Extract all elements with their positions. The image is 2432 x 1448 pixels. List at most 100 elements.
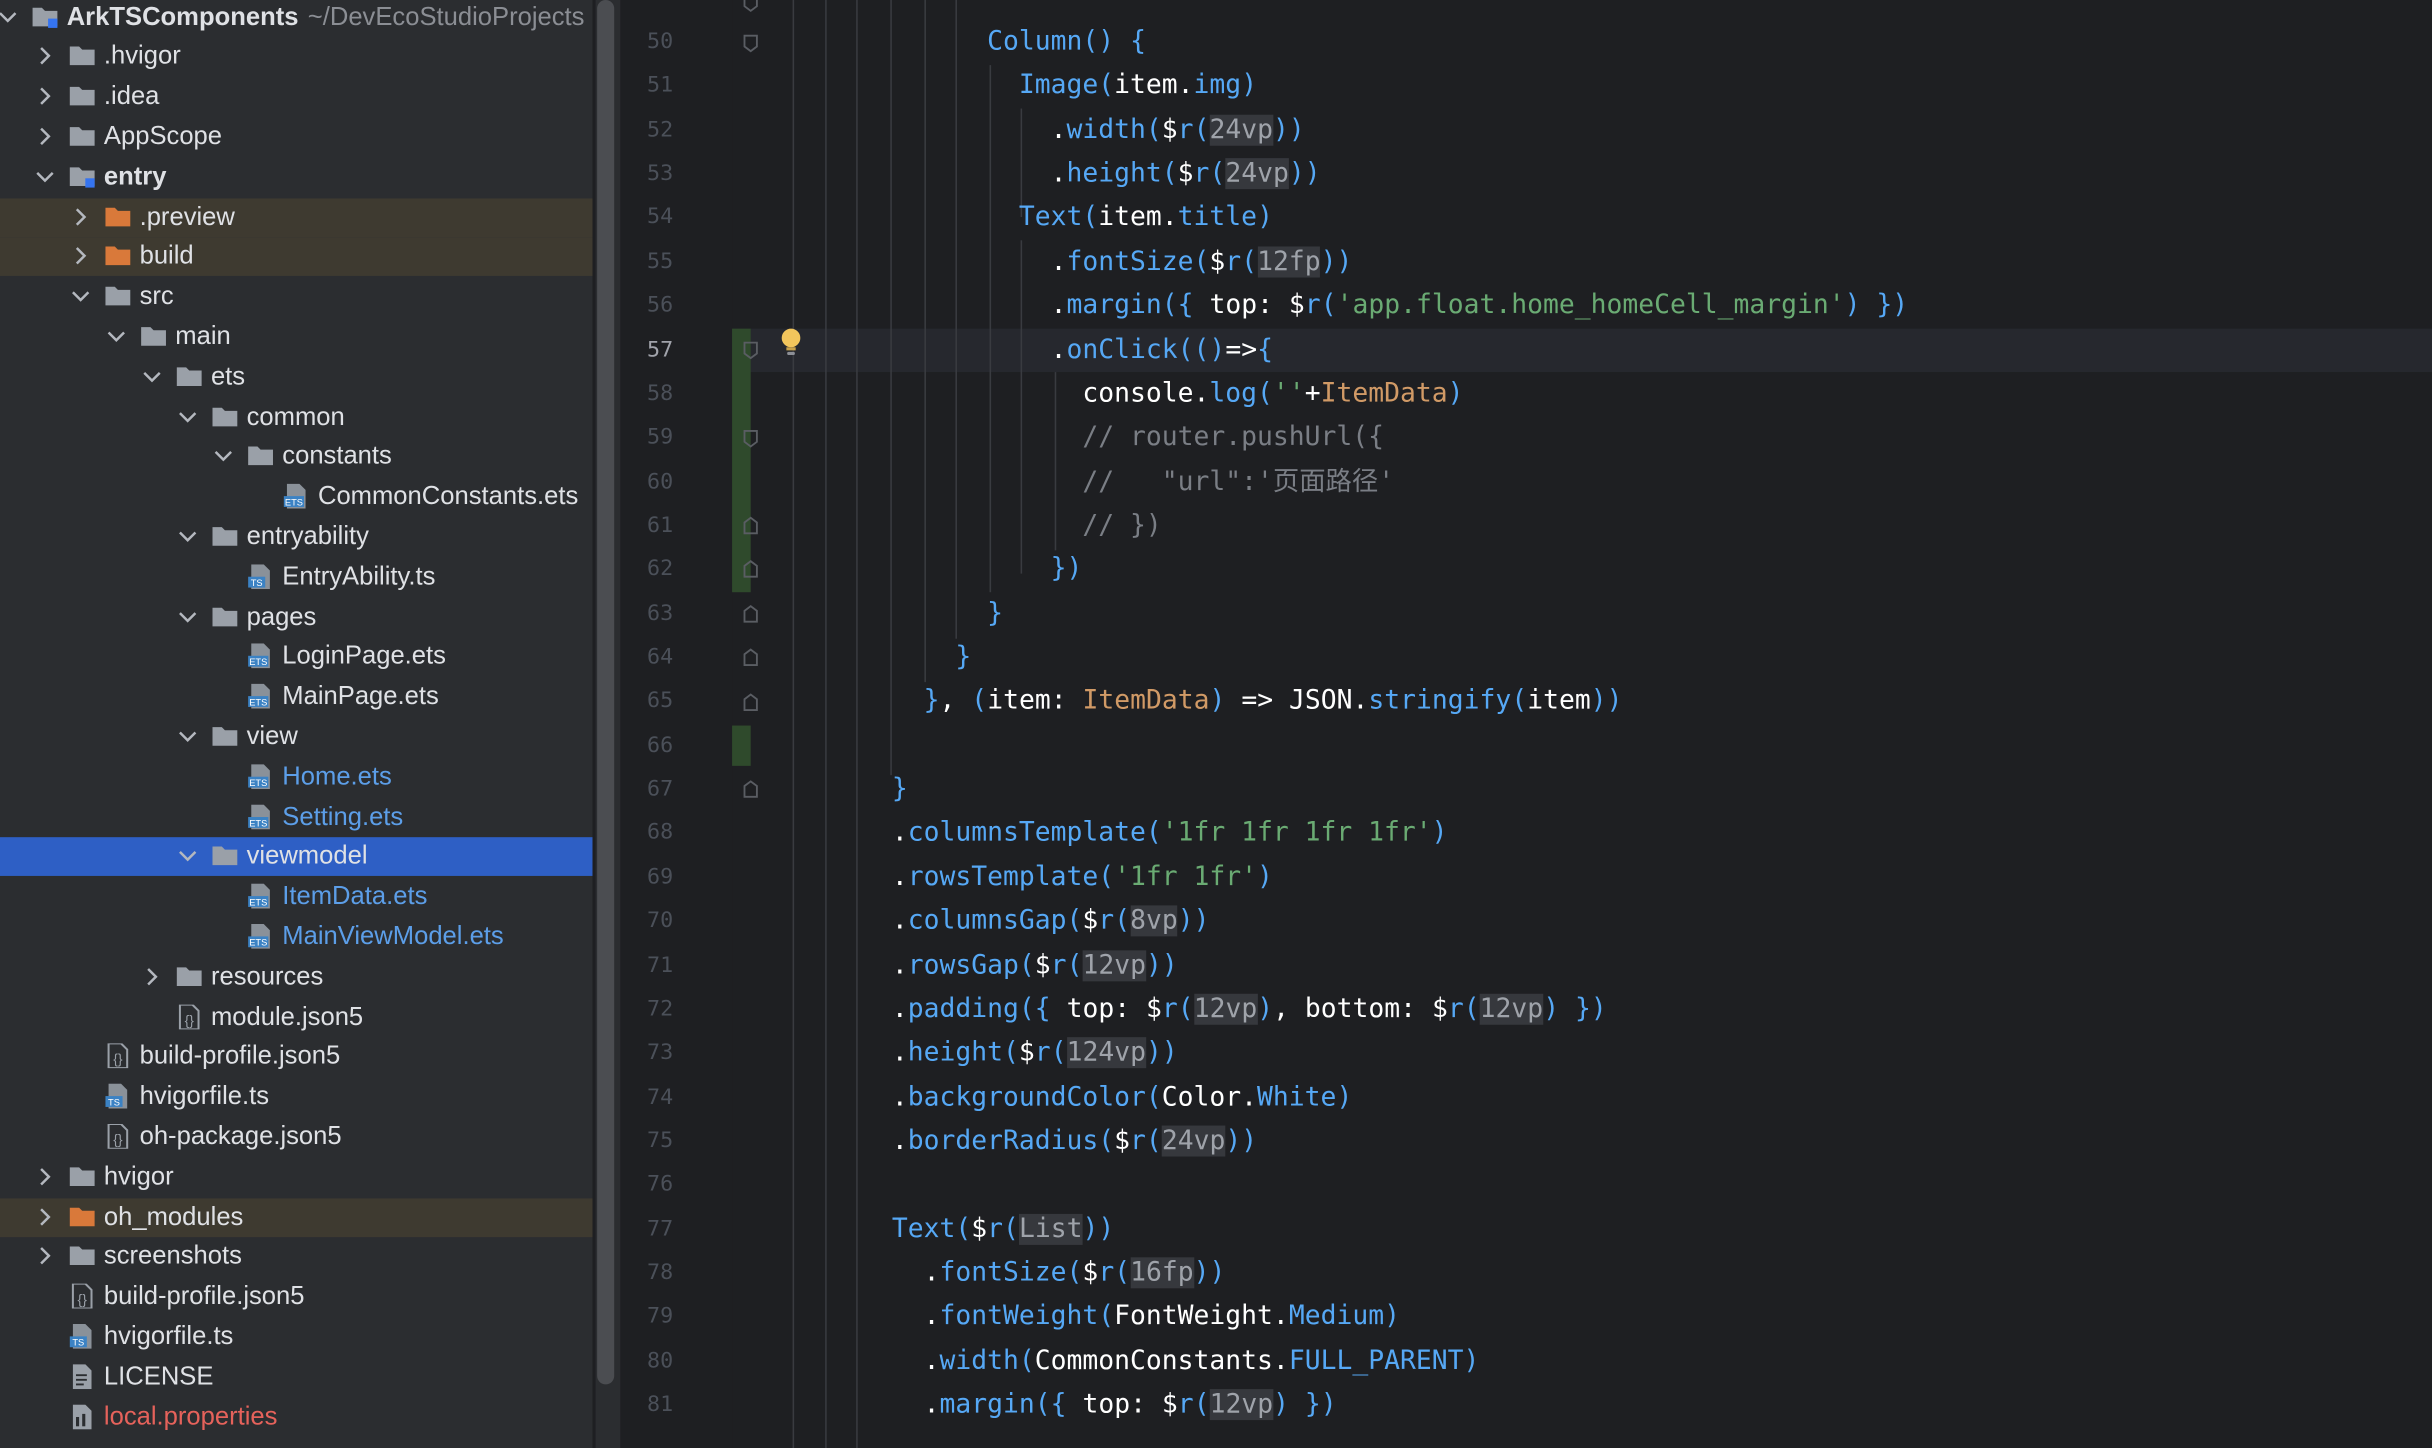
tree-item-hvigorfile-ts[interactable]: TS hvigorfile.ts (0, 1078, 592, 1117)
tree-item-entryability-ts[interactable]: TS EntryAbility.ts (0, 558, 592, 597)
chevron-down-icon[interactable] (177, 845, 199, 867)
tree-item-home-ets[interactable]: ETS Home.ets (0, 758, 592, 797)
fold-end-marker-icon[interactable] (741, 516, 760, 535)
fold-end-marker-icon[interactable] (741, 648, 760, 667)
chevron-down-icon[interactable] (177, 405, 199, 427)
tree-item-entry[interactable]: entry (0, 158, 592, 197)
chevron-right-icon[interactable] (141, 965, 163, 987)
fold-end-marker-icon[interactable] (741, 780, 760, 799)
chevron-down-icon[interactable] (70, 285, 92, 307)
code-line[interactable]: .backgroundColor(Color.White) (892, 1075, 1353, 1118)
code-line[interactable]: .borderRadius($r(24vp)) (892, 1119, 1257, 1162)
chevron-right-icon[interactable] (34, 1245, 56, 1267)
chevron-right-icon[interactable] (70, 245, 92, 267)
project-tree-scrollbar-thumb[interactable] (597, 0, 615, 1385)
tree-item-pages[interactable]: pages (0, 598, 592, 637)
tree-item-oh-modules[interactable]: oh_modules (0, 1197, 593, 1237)
tree-item-build-profile-json5[interactable]: {} build-profile.json5 (0, 1278, 592, 1317)
tree-item-view[interactable]: view (0, 718, 592, 757)
code-line[interactable]: .fontSize($r(12fp)) (892, 240, 1352, 283)
code-line[interactable]: } (892, 768, 908, 811)
code-line[interactable]: Image(item.img) (892, 64, 1257, 107)
tree-item-src[interactable]: src (0, 278, 592, 317)
code-line[interactable]: } (892, 636, 971, 679)
project-tree[interactable]: ArkTSComponents ~/DevEcoStudioProjects .hv… (0, 0, 593, 1448)
fold-marker-icon[interactable] (741, 34, 760, 53)
fold-end-marker-icon[interactable] (741, 605, 760, 624)
chevron-down-icon[interactable] (34, 165, 56, 187)
chevron-down-icon[interactable] (141, 365, 163, 387)
code-line[interactable]: .margin({ top: $r('app.float.home_homeCe… (892, 284, 1909, 327)
tree-item-hvigor[interactable]: .hvigor (0, 38, 592, 77)
tree-item-oh-package-json5[interactable]: {} oh-package.json5 (0, 1118, 592, 1157)
tree-item-itemdata-ets[interactable]: ETS ItemData.ets (0, 878, 592, 917)
tree-item-commonconstants-ets[interactable]: ETS CommonConstants.ets (0, 478, 592, 517)
code-line[interactable]: .padding({ top: $r(12vp), bottom: $r(12v… (892, 987, 1607, 1030)
tree-item-hvigorfile-ts[interactable]: TS hvigorfile.ts (0, 1318, 592, 1357)
chevron-down-icon[interactable] (105, 325, 127, 347)
code-line[interactable]: .fontSize($r(16fp)) (892, 1251, 1225, 1294)
fold-marker-icon[interactable] (741, 0, 760, 13)
tree-item-preview[interactable]: .preview (0, 197, 593, 237)
chevron-right-icon[interactable] (34, 85, 56, 107)
code-line[interactable]: } (892, 592, 1003, 635)
code-line[interactable]: .rowsGap($r(12vp)) (892, 943, 1178, 986)
code-line[interactable]: }, (item: ItemData) => JSON.stringify(it… (892, 680, 1623, 723)
code-line[interactable]: console.log(''+ItemData) (892, 372, 1463, 415)
tree-item-viewmodel[interactable]: viewmodel (0, 837, 593, 877)
fold-end-marker-icon[interactable] (741, 693, 760, 712)
tree-item-build[interactable]: build (0, 237, 593, 277)
tree-item-common[interactable]: common (0, 398, 592, 437)
tree-item-entryability[interactable]: entryability (0, 518, 592, 557)
tree-item-arktscomponents[interactable]: ArkTSComponents ~/DevEcoStudioProjects (0, 0, 592, 36)
code-line[interactable]: .margin({ top: $r(12vp) }) (892, 1383, 1337, 1426)
tree-item-resources[interactable]: resources (0, 958, 592, 997)
code-line[interactable]: Text(item.title) (892, 196, 1273, 239)
tree-item-loginpage-ets[interactable]: ETS LoginPage.ets (0, 638, 592, 677)
tree-item-ets[interactable]: ets (0, 358, 592, 397)
fold-end-marker-icon[interactable] (741, 560, 760, 579)
tree-item-label: hvigorfile.ts (104, 1322, 233, 1351)
chevron-down-icon[interactable] (0, 5, 19, 27)
chevron-down-icon[interactable] (212, 445, 234, 467)
intention-lightbulb-icon[interactable] (779, 327, 804, 358)
tree-item-main[interactable]: main (0, 318, 592, 357)
code-line[interactable]: }) (892, 548, 1083, 591)
chevron-right-icon[interactable] (34, 1165, 56, 1187)
tree-item-local-properties[interactable]: local.properties (0, 1398, 592, 1437)
tree-item-license[interactable]: LICENSE (0, 1358, 592, 1397)
code-line[interactable]: .height($r(24vp)) (892, 152, 1321, 195)
tree-item-appscope[interactable]: AppScope (0, 118, 592, 157)
code-line[interactable]: Text($r(List)) (892, 1207, 1114, 1250)
code-line[interactable]: .rowsTemplate('1fr 1fr') (892, 856, 1273, 899)
code-line[interactable]: .fontWeight(FontWeight.Medium) (892, 1295, 1400, 1338)
chevron-right-icon[interactable] (70, 205, 92, 227)
tree-item-mainviewmodel-ets[interactable]: ETS MainViewModel.ets (0, 918, 592, 957)
code-line[interactable]: .height($r(124vp)) (892, 1031, 1178, 1074)
code-line[interactable]: // router.pushUrl({ (892, 416, 1384, 459)
tree-item-module-json5[interactable]: {} module.json5 (0, 998, 592, 1037)
code-line[interactable]: // }) (892, 504, 1161, 547)
tree-item-idea[interactable]: .idea (0, 78, 592, 117)
tree-item-setting-ets[interactable]: ETS Setting.ets (0, 798, 592, 837)
code-line[interactable]: // "url":'页面路径' (892, 460, 1394, 503)
chevron-down-icon[interactable] (177, 605, 199, 627)
code-line[interactable]: .width($r(24vp)) (892, 108, 1305, 151)
tree-item-constants[interactable]: constants (0, 438, 592, 477)
code-line[interactable]: .onClick(()=>{ (892, 328, 1273, 371)
tree-item-screenshots[interactable]: screenshots (0, 1238, 592, 1277)
code-line[interactable]: .columnsGap($r(8vp)) (892, 899, 1210, 942)
tree-item-build-profile-json5[interactable]: {} build-profile.json5 (0, 1038, 592, 1077)
tree-item-hvigor[interactable]: hvigor (0, 1158, 592, 1197)
code-line[interactable]: .columnsTemplate('1fr 1fr 1fr 1fr') (892, 812, 1448, 855)
chevron-down-icon[interactable] (177, 725, 199, 747)
chevron-right-icon[interactable] (34, 45, 56, 67)
tree-item-mainpage-ets[interactable]: ETS MainPage.ets (0, 678, 592, 717)
fold-marker-icon[interactable] (741, 429, 760, 448)
chevron-right-icon[interactable] (34, 1205, 56, 1227)
fold-marker-icon[interactable] (741, 341, 760, 360)
chevron-down-icon[interactable] (177, 525, 199, 547)
chevron-right-icon[interactable] (34, 125, 56, 147)
code-line[interactable]: .width(CommonConstants.FULL_PARENT) (892, 1339, 1480, 1382)
code-line[interactable]: Column() { (892, 20, 1146, 63)
